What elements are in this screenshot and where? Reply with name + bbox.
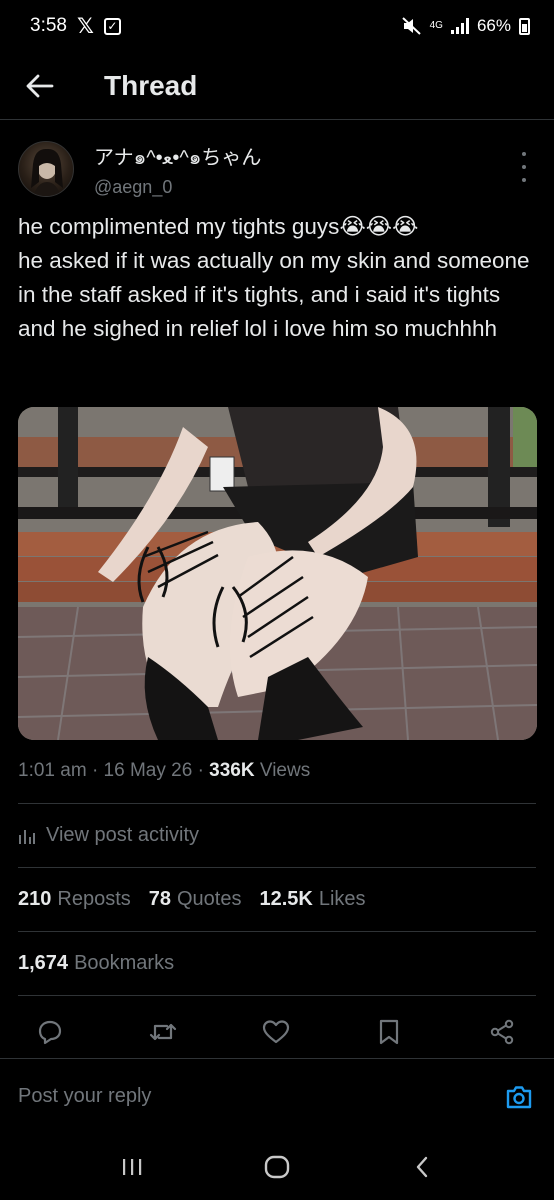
chevron-left-icon	[416, 1156, 427, 1178]
activity-label: View post activity	[46, 824, 200, 846]
repost-button[interactable]	[141, 1010, 185, 1054]
likes-count: 12.5K	[259, 888, 313, 910]
battery-icon	[519, 17, 530, 35]
more-dot	[522, 165, 526, 169]
post-image[interactable]	[18, 407, 537, 740]
reposts-label: Reposts	[57, 888, 131, 910]
page-title: Thread	[104, 69, 198, 101]
heart-icon	[262, 1020, 290, 1044]
bookmark-icon	[379, 1019, 399, 1045]
views-count: 336K	[209, 760, 255, 781]
signal-icon	[450, 18, 469, 34]
post-time: 1:01 am	[18, 760, 87, 781]
views-label: Views	[259, 760, 311, 781]
post-text: he complimented my tights guys😭😭😭 he ask…	[18, 214, 530, 341]
quotes-label: Quotes	[177, 888, 242, 910]
back-nav-button[interactable]	[397, 1142, 447, 1192]
avatar[interactable]	[18, 141, 74, 197]
more-options-button[interactable]	[514, 152, 534, 182]
header: Thread	[0, 52, 554, 120]
back-arrow-icon	[26, 74, 54, 97]
home-icon	[264, 1155, 290, 1179]
bookmarks-stat[interactable]: 1,674 Bookmarks	[18, 952, 174, 975]
username[interactable]: @aegn_0	[94, 177, 261, 198]
post-photo-illustration	[18, 407, 537, 740]
share-icon	[490, 1019, 514, 1045]
status-right: 4G 66%	[401, 16, 530, 36]
divider	[18, 931, 536, 932]
reply-input[interactable]: Post your reply	[18, 1085, 151, 1108]
reply-button[interactable]	[28, 1010, 72, 1054]
recent-apps-button[interactable]	[107, 1142, 157, 1192]
bookmark-button[interactable]	[367, 1010, 411, 1054]
more-dot	[522, 152, 526, 156]
battery-percent: 66%	[476, 16, 511, 35]
camera-icon	[506, 1085, 532, 1108]
mute-icon	[401, 17, 422, 35]
more-dot	[522, 178, 526, 182]
quotes-count: 78	[148, 888, 171, 910]
share-button[interactable]	[480, 1010, 524, 1054]
reply-icon	[38, 1020, 62, 1045]
likes-stat[interactable]: 12.5K Likes	[259, 888, 365, 911]
display-name[interactable]: アナ๑^•ﻌ•^๑ちゃん	[94, 141, 261, 173]
divider	[18, 867, 536, 868]
status-time: 3:58	[30, 15, 67, 36]
status-bar: 3:58 𝕏 ✓ 4G 66%	[0, 0, 554, 52]
like-button[interactable]	[254, 1010, 298, 1054]
reposts-count: 210	[18, 888, 52, 910]
action-bar	[28, 1010, 524, 1054]
x-logo-icon: 𝕏	[76, 14, 94, 38]
divider	[18, 995, 536, 996]
checkbox-notification-icon: ✓	[103, 17, 121, 35]
post-meta: 1:01 am · 16 May 26 · 336K Views	[18, 760, 310, 782]
recent-apps-icon	[123, 1159, 142, 1175]
post-author: アナ๑^•ﻌ•^๑ちゃん @aegn_0	[18, 140, 538, 198]
author-text: アナ๑^•ﻌ•^๑ちゃん @aegn_0	[94, 141, 261, 198]
status-left: 3:58 𝕏 ✓	[30, 14, 121, 39]
post-date: 16 May 26	[103, 760, 193, 781]
repost-icon	[149, 1023, 177, 1041]
reply-composer: Post your reply	[0, 1058, 554, 1134]
back-button[interactable]	[0, 52, 80, 120]
divider	[18, 803, 536, 804]
system-navigation-bar	[0, 1134, 554, 1200]
reposts-stat[interactable]: 210 Reposts	[18, 888, 131, 911]
bookmarks-label: Bookmarks	[74, 952, 175, 974]
network-type: 4G	[429, 20, 443, 31]
meta-separator: ·	[91, 760, 104, 781]
analytics-icon	[19, 829, 35, 844]
bookmarks-count: 1,674	[18, 952, 69, 974]
meta-separator: ·	[197, 760, 210, 781]
post-stats: 210 Reposts 78 Quotes 12.5K Likes	[18, 888, 366, 911]
quotes-stat[interactable]: 78 Quotes	[149, 888, 242, 911]
camera-button[interactable]	[504, 1082, 534, 1112]
home-button[interactable]	[252, 1142, 302, 1192]
likes-label: Likes	[318, 888, 366, 910]
view-post-activity-link[interactable]: View post activity	[18, 824, 199, 847]
